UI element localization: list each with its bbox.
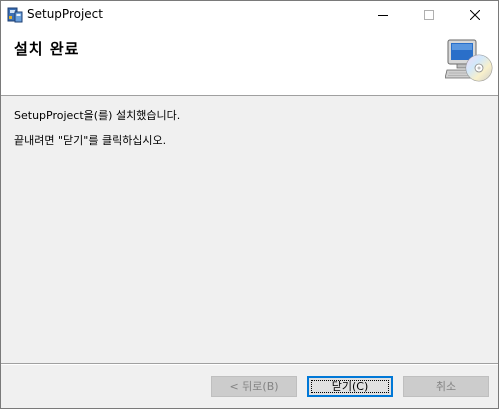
maximize-button[interactable]	[406, 1, 452, 29]
close-window-button[interactable]	[452, 1, 498, 29]
install-complete-message: SetupProject을(를) 설치했습니다.	[14, 109, 181, 122]
close-button-label: 닫기(C)	[331, 380, 369, 393]
maximize-icon	[424, 10, 434, 20]
title-bar[interactable]: SetupProject	[1, 1, 498, 29]
back-button-label: < 뒤로(B)	[229, 380, 279, 393]
close-button[interactable]: 닫기(C)	[307, 376, 393, 397]
setup-installer-icon	[7, 7, 23, 23]
cancel-button[interactable]: 취소	[403, 376, 489, 397]
minimize-button[interactable]	[360, 1, 406, 29]
minimize-icon	[378, 15, 388, 16]
back-button[interactable]: < 뒤로(B)	[211, 376, 297, 397]
setup-window: SetupProject 설치 완료 SetupProject을(를) 설치했습…	[0, 0, 499, 409]
close-icon	[470, 10, 480, 20]
cancel-button-label: 취소	[435, 380, 457, 393]
computer-cd-icon	[445, 39, 493, 82]
footer-divider	[1, 363, 498, 365]
close-instruction-message: 끝내려면 "닫기"를 클릭하십시오.	[14, 134, 167, 147]
page-title: 설치 완료	[14, 40, 80, 58]
wizard-header: 설치 완료	[1, 29, 498, 96]
window-title: SetupProject	[27, 7, 103, 21]
